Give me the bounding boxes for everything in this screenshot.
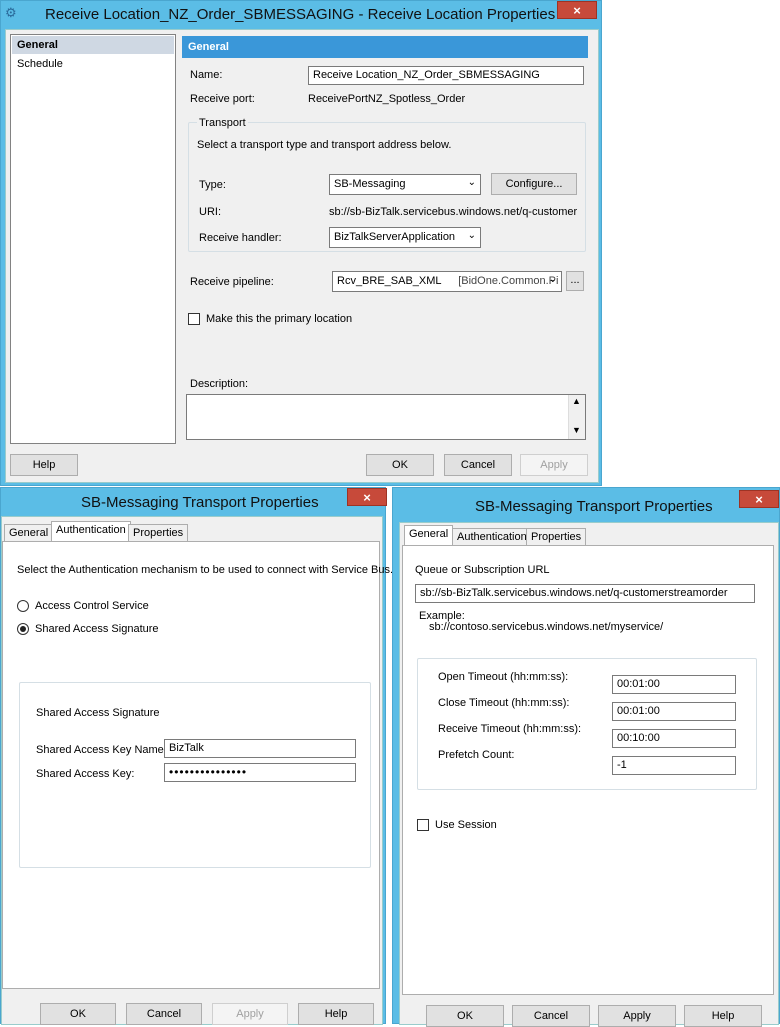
scroll-up-icon: ▲ (572, 396, 581, 406)
window-title: SB-Messaging Transport Properties (475, 498, 713, 515)
app-icon: ⚙ (5, 5, 17, 20)
titlebar[interactable]: SB-Messaging Transport Properties × (393, 488, 779, 516)
example-value: sb://contoso.servicebus.windows.net/myse… (429, 621, 664, 633)
chevron-down-icon: ⌄ (467, 177, 476, 188)
pipeline-value: Rcv_BRE_SAB_XML (337, 275, 442, 287)
description-scrollbar[interactable]: ▲ ▼ (568, 395, 585, 439)
window-title: Receive Location_NZ_Order_SBMESSAGING - … (45, 6, 556, 23)
name-label: Name: (190, 69, 223, 81)
primary-location-label: Make this the primary location (206, 313, 353, 325)
use-session-checkbox[interactable] (417, 819, 429, 831)
client-area: General Authentication Properties Select… (1, 516, 393, 1025)
transport-group: Transport Select a transport type and tr… (188, 117, 586, 252)
close-timeout-field[interactable]: 00:01:00 (612, 702, 736, 721)
apply-button[interactable]: Apply (520, 454, 588, 476)
receive-timeout-field[interactable]: 00:10:00 (612, 729, 736, 748)
client-area: General Schedule General Name: Receive L… (5, 29, 599, 483)
uri-label: URI: (199, 206, 221, 218)
apply-button[interactable]: Apply (212, 1003, 288, 1025)
pipeline-assembly: [BidOne.Common.Pi (458, 275, 559, 287)
prefetch-count-label: Prefetch Count: (438, 749, 515, 761)
shared-access-label: Shared Access Signature (35, 623, 159, 635)
shared-access-radio[interactable] (17, 623, 29, 635)
access-control-radio[interactable] (17, 600, 29, 612)
ok-button[interactable]: OK (366, 454, 434, 476)
nav-item-general[interactable]: General (12, 36, 174, 54)
tab-authentication[interactable]: Authentication (51, 521, 131, 542)
url-field[interactable]: sb://sb-BizTalk.servicebus.windows.net/q… (415, 584, 755, 603)
close-button[interactable]: × (557, 1, 597, 19)
shared-access-group: Shared Access Signature Shared Access Ke… (19, 682, 371, 868)
receive-port-label: Receive port: (190, 93, 255, 105)
ok-button[interactable]: OK (40, 1003, 116, 1025)
nav-item-label: General (17, 39, 58, 51)
scroll-down-icon: ▼ (572, 425, 581, 435)
tab-panel: Select the Authentication mechanism to b… (2, 541, 393, 989)
browse-button[interactable]: ... (566, 271, 584, 291)
open-timeout-field[interactable]: 00:01:00 (612, 675, 736, 694)
open-timeout-label: Open Timeout (hh:mm:ss): (438, 671, 569, 683)
prefetch-count-field[interactable]: -1 (612, 756, 736, 775)
nav-list: General Schedule (10, 34, 176, 444)
tab-authentication[interactable]: Authentication (452, 528, 532, 546)
key-label: Shared Access Key: (36, 768, 135, 780)
receive-handler-dropdown[interactable]: BizTalkServerApplication ⌄ (329, 227, 481, 248)
uri-value: sb://sb-BizTalk.servicebus.windows.net/q… (329, 206, 577, 218)
description-field[interactable]: ▲ ▼ (186, 394, 586, 440)
nav-item-label: Schedule (17, 58, 63, 70)
receive-location-window: ⚙ Receive Location_NZ_Order_SBMESSAGING … (0, 0, 602, 486)
receive-pipeline-label: Receive pipeline: (190, 276, 274, 288)
receive-timeout-label: Receive Timeout (hh:mm:ss): (438, 723, 582, 735)
group-title: Shared Access Signature (36, 707, 160, 719)
sb-messaging-general-window: SB-Messaging Transport Properties × Gene… (392, 487, 780, 1027)
transport-hint: Select a transport type and transport ad… (197, 139, 452, 151)
help-button[interactable]: Help (10, 454, 78, 476)
section-header: General (182, 36, 588, 58)
titlebar[interactable]: ⚙ Receive Location_NZ_Order_SBMESSAGING … (1, 1, 601, 29)
configure-button[interactable]: Configure... (491, 173, 577, 195)
help-button[interactable]: Help (298, 1003, 374, 1025)
description-label: Description: (190, 378, 249, 390)
primary-location-checkbox[interactable] (188, 313, 200, 325)
cancel-button[interactable]: Cancel (444, 454, 512, 476)
nav-item-schedule[interactable]: Schedule (12, 55, 174, 73)
type-value: SB-Messaging (334, 178, 406, 190)
use-session-label: Use Session (435, 819, 497, 831)
tab-panel: Queue or Subscription URL sb://sb-BizTal… (402, 545, 774, 995)
tab-properties[interactable]: Properties (128, 524, 189, 542)
client-area: General Authentication Properties Queue … (399, 522, 779, 1027)
sb-messaging-auth-window: SB-Messaging Transport Properties × Gene… (0, 487, 393, 1025)
receive-pipeline-dropdown[interactable]: Rcv_BRE_SAB_XML [BidOne.Common.Pi ⌄ (332, 271, 562, 292)
receive-handler-label: Receive handler: (199, 232, 282, 244)
close-button[interactable]: × (739, 490, 779, 508)
chevron-down-icon: ⌄ (467, 230, 476, 241)
auth-intro: Select the Authentication mechanism to b… (17, 564, 394, 576)
type-label: Type: (199, 179, 226, 191)
handler-value: BizTalkServerApplication (334, 231, 456, 243)
type-dropdown[interactable]: SB-Messaging ⌄ (329, 174, 481, 195)
key-name-field[interactable]: BizTalk (164, 739, 356, 758)
chevron-down-icon: ⌄ (548, 274, 557, 285)
cancel-button[interactable]: Cancel (126, 1003, 202, 1025)
tab-properties[interactable]: Properties (526, 528, 587, 546)
name-field[interactable]: Receive Location_NZ_Order_SBMESSAGING (308, 66, 584, 85)
section-title: General (188, 41, 229, 53)
tab-general[interactable]: General (4, 524, 54, 542)
timeouts-group: Open Timeout (hh:mm:ss): 00:01:00 Close … (417, 658, 757, 790)
close-timeout-label: Close Timeout (hh:mm:ss): (438, 697, 570, 709)
key-name-label: Shared Access Key Name: (36, 744, 167, 756)
tab-general[interactable]: General (404, 525, 454, 546)
receive-port-value: ReceivePortNZ_Spotless_Order (308, 93, 466, 105)
titlebar[interactable]: SB-Messaging Transport Properties × (1, 488, 387, 516)
access-control-label: Access Control Service (35, 600, 149, 612)
window-title: SB-Messaging Transport Properties (81, 494, 319, 511)
close-button[interactable]: × (347, 488, 387, 506)
transport-group-title: Transport (197, 117, 248, 129)
url-label: Queue or Subscription URL (415, 564, 550, 576)
key-field[interactable]: ••••••••••••••• (164, 763, 356, 782)
